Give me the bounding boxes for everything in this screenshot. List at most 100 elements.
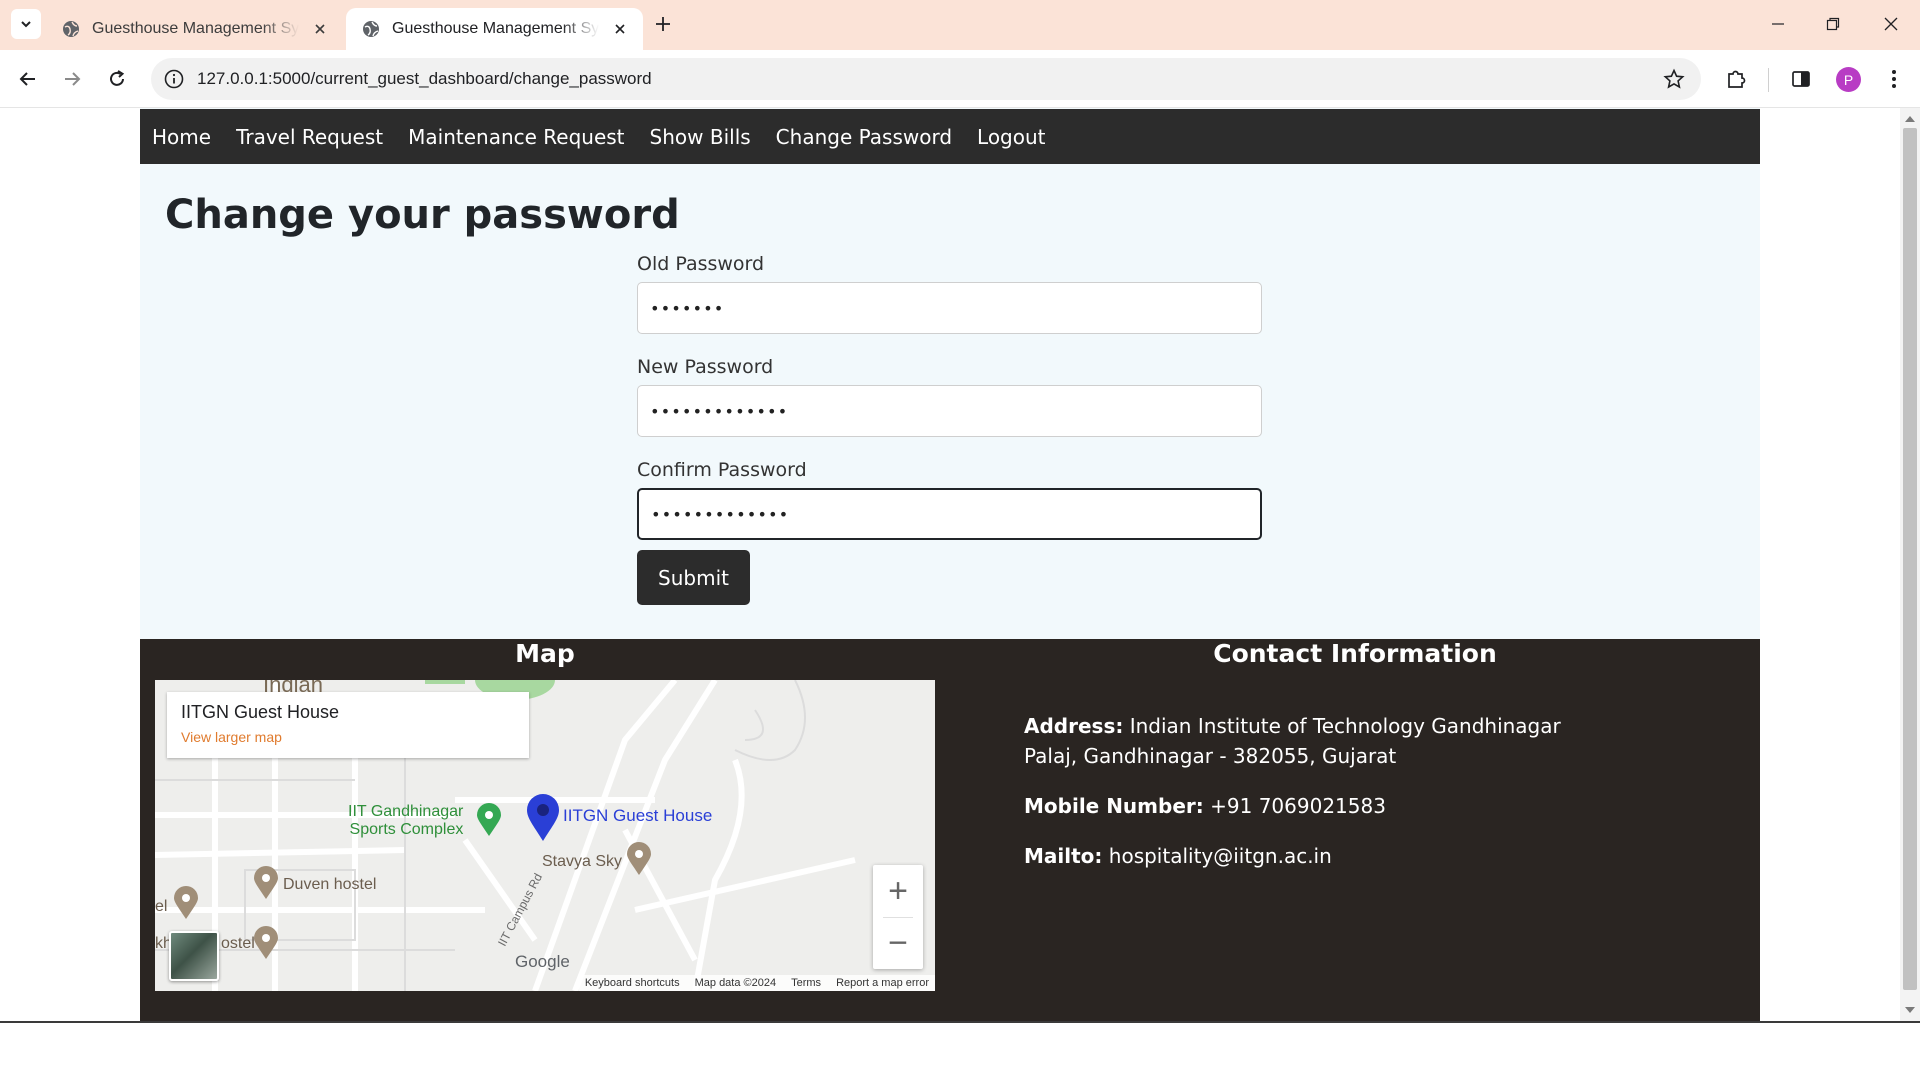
map-data-text: Map data ©2024 bbox=[694, 977, 777, 989]
new-password-input[interactable]: ••••••••••••• bbox=[637, 385, 1262, 437]
map-satellite-toggle[interactable] bbox=[169, 931, 219, 981]
nav-maintenance-request[interactable]: Maintenance Request bbox=[408, 125, 624, 149]
address-line1: Indian Institute of Technology Gandhinag… bbox=[1129, 714, 1561, 738]
close-tab-icon[interactable] bbox=[309, 18, 331, 40]
page-container: Home Travel Request Maintenance Request … bbox=[140, 108, 1760, 1021]
close-window-button[interactable] bbox=[1871, 8, 1911, 40]
map-poi-el: el bbox=[155, 898, 168, 915]
change-password-form: Old Password ••••••• New Password ••••••… bbox=[637, 249, 1262, 605]
address-bar[interactable]: 127.0.0.1:5000/current_guest_dashboard/c… bbox=[151, 58, 1701, 100]
toolbar-divider bbox=[1768, 68, 1769, 92]
contact-mail: Mailto: hospitality@iitgn.ac.in bbox=[1024, 841, 1624, 871]
zoom-out-button[interactable]: − bbox=[873, 917, 923, 969]
keyboard-shortcuts-link[interactable]: Keyboard shortcuts bbox=[585, 977, 680, 989]
map-poi-sports-complex: IIT Gandhinagar Sports Complex bbox=[348, 803, 463, 839]
new-password-label: New Password bbox=[637, 356, 774, 378]
chevron-down-icon bbox=[21, 21, 31, 28]
page-viewport: Home Travel Request Maintenance Request … bbox=[0, 108, 1900, 1021]
mail-label: Mailto: bbox=[1024, 844, 1103, 868]
map-heading: Map bbox=[515, 639, 575, 668]
bookmark-star-icon[interactable] bbox=[1663, 68, 1685, 90]
tab-title: Guesthouse Management System bbox=[92, 20, 299, 37]
puzzle-icon bbox=[1728, 70, 1746, 88]
confirm-password-input[interactable]: ••••••••••••• bbox=[637, 488, 1262, 540]
scroll-down-arrow[interactable] bbox=[1905, 1007, 1915, 1013]
mail-address[interactable]: hospitality@iitgn.ac.in bbox=[1109, 844, 1332, 868]
browser-tab-inactive[interactable]: Guesthouse Management System bbox=[46, 8, 343, 50]
google-logo: Google bbox=[515, 952, 570, 971]
new-tab-button[interactable] bbox=[650, 11, 676, 37]
sports-complex-pin-icon bbox=[477, 803, 501, 836]
site-footer: Map Contact Information Indian IITGN Gue… bbox=[140, 639, 1760, 1021]
reload-button[interactable] bbox=[102, 64, 132, 94]
old-password-label: Old Password bbox=[637, 253, 765, 275]
mobile-label: Mobile Number: bbox=[1024, 794, 1204, 818]
reload-icon bbox=[110, 70, 125, 86]
poi-pin-icon bbox=[174, 886, 198, 919]
map-poi-duven-hostel: Duven hostel bbox=[283, 876, 377, 893]
tab-title: Guesthouse Management System bbox=[392, 20, 599, 37]
embedded-map[interactable]: Indian IITGN Guest House View larger map… bbox=[155, 680, 935, 991]
contact-heading: Contact Information bbox=[1213, 639, 1497, 668]
hostel-pin-icon bbox=[254, 926, 278, 959]
back-button[interactable] bbox=[13, 64, 43, 94]
page-scrollbar[interactable] bbox=[1900, 108, 1920, 1021]
submit-button[interactable]: Submit bbox=[637, 550, 750, 605]
duven-hostel-pin-icon bbox=[254, 866, 278, 899]
arrow-right-icon bbox=[65, 72, 81, 86]
map-poi-stavya-sky: Stavya Sky bbox=[542, 853, 623, 870]
profile-avatar[interactable]: P bbox=[1836, 67, 1861, 92]
nav-show-bills[interactable]: Show Bills bbox=[650, 125, 751, 149]
arrow-left-icon bbox=[19, 72, 35, 86]
browser-tab-active[interactable]: Guesthouse Management System bbox=[346, 8, 643, 50]
browser-toolbar: 127.0.0.1:5000/current_guest_dashboard/c… bbox=[0, 50, 1920, 108]
minimize-icon bbox=[1772, 23, 1784, 25]
close-icon bbox=[1884, 17, 1898, 31]
contact-info: Address: Indian Institute of Technology … bbox=[1024, 711, 1624, 891]
plus-icon bbox=[656, 17, 670, 31]
page-title: Change your password bbox=[165, 192, 680, 238]
site-navbar: Home Travel Request Maintenance Request … bbox=[140, 109, 1760, 164]
scrollbar-thumb[interactable] bbox=[1903, 128, 1917, 990]
site-info-icon[interactable] bbox=[163, 68, 185, 90]
map-place-name: IITGN Guest House bbox=[181, 702, 340, 722]
forward-button[interactable] bbox=[57, 64, 87, 94]
nav-travel-request[interactable]: Travel Request bbox=[236, 125, 383, 149]
url-text: 127.0.0.1:5000/current_guest_dashboard/c… bbox=[197, 69, 652, 88]
nav-change-password[interactable]: Change Password bbox=[776, 125, 952, 149]
stavya-sky-pin-icon bbox=[627, 842, 651, 875]
location-marker-icon bbox=[527, 794, 559, 841]
address-label: Address: bbox=[1024, 714, 1124, 738]
side-panel-button[interactable] bbox=[1787, 65, 1815, 93]
tab-search-button[interactable] bbox=[11, 9, 41, 39]
restore-icon bbox=[1826, 17, 1840, 31]
scroll-up-arrow[interactable] bbox=[1905, 116, 1915, 122]
globe-icon bbox=[363, 21, 379, 37]
minimize-window-button[interactable] bbox=[1758, 8, 1798, 40]
map-zoom-controls: + − bbox=[873, 865, 923, 969]
window-bottom-area bbox=[0, 1021, 1920, 1080]
confirm-password-label: Confirm Password bbox=[637, 459, 807, 481]
mobile-number: +91 7069021583 bbox=[1210, 794, 1386, 818]
browser-menu-button[interactable] bbox=[1880, 65, 1908, 93]
old-password-input[interactable]: ••••••• bbox=[637, 282, 1262, 334]
map-attribution-bar: Keyboard shortcuts Map data ©2024 Terms … bbox=[578, 975, 935, 991]
report-map-error-link[interactable]: Report a map error bbox=[836, 977, 929, 989]
nav-logout[interactable]: Logout bbox=[977, 125, 1045, 149]
contact-address: Address: Indian Institute of Technology … bbox=[1024, 711, 1624, 771]
close-tab-icon[interactable] bbox=[609, 18, 631, 40]
contact-mobile: Mobile Number: +91 7069021583 bbox=[1024, 791, 1624, 821]
more-vertical-icon bbox=[1892, 70, 1896, 88]
zoom-in-button[interactable]: + bbox=[873, 865, 923, 917]
map-place-card: IITGN Guest House View larger map bbox=[167, 692, 529, 758]
side-panel-icon bbox=[1792, 71, 1810, 87]
nav-home[interactable]: Home bbox=[152, 125, 211, 149]
map-poi-hostel: ostel bbox=[221, 935, 255, 952]
restore-window-button[interactable] bbox=[1813, 8, 1853, 40]
terms-link[interactable]: Terms bbox=[791, 977, 821, 989]
extensions-button[interactable] bbox=[1722, 65, 1750, 93]
browser-tab-bar: Guesthouse Management System Guesthouse … bbox=[0, 0, 1920, 50]
zoom-divider bbox=[883, 917, 913, 918]
view-larger-map-link[interactable]: View larger map bbox=[181, 729, 515, 745]
globe-icon bbox=[63, 21, 79, 37]
